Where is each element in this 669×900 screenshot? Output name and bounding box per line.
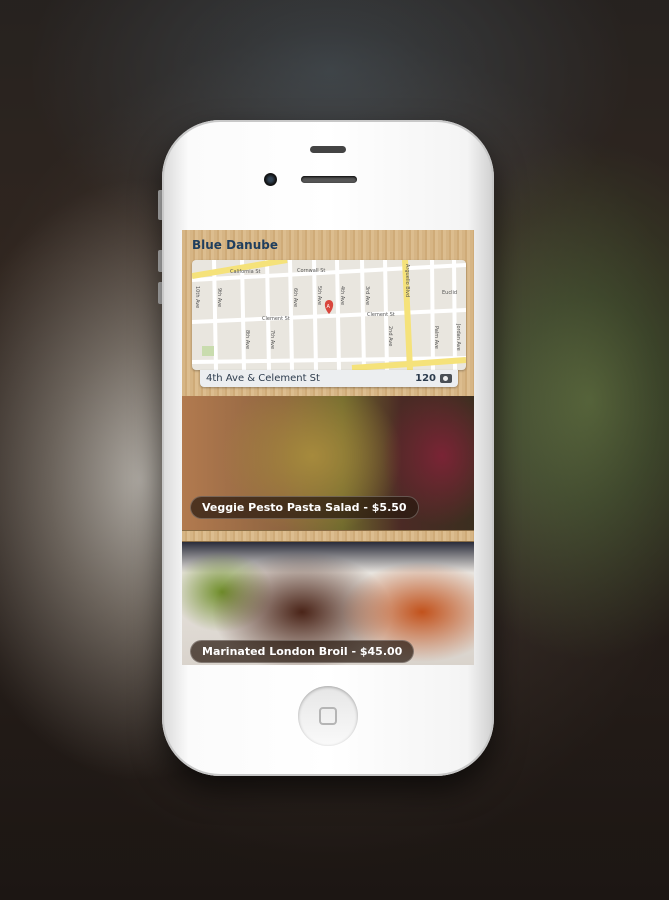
location-bar: 4th Ave & Celement St 120 xyxy=(200,370,458,387)
street-label: 8th Ave xyxy=(244,330,250,349)
dish-card[interactable]: Marinated London Broil - $45.00 xyxy=(182,542,474,665)
camera-icon xyxy=(440,374,452,383)
street-label: Clement St xyxy=(262,316,290,322)
map-pin-icon[interactable]: A xyxy=(324,300,334,314)
home-button[interactable] xyxy=(298,686,358,746)
street-label: 10th Ave xyxy=(194,286,200,308)
street-label: 2nd Ave xyxy=(387,326,393,346)
photo-count[interactable]: 120 xyxy=(415,373,452,384)
restaurant-title: Blue Danube xyxy=(192,238,278,252)
street-label: Cornwall St xyxy=(297,268,325,274)
street-label: 6th Ave xyxy=(292,288,298,307)
map-view[interactable]: California St Cornwall St Clement St Cle… xyxy=(192,260,466,370)
street-map: California St Cornwall St Clement St Cle… xyxy=(192,260,466,370)
street-label: Euclid xyxy=(442,290,457,296)
earpiece xyxy=(310,146,346,153)
street-label: Clement St xyxy=(367,312,395,318)
street-label: Palm Ave xyxy=(433,326,439,349)
street-label: 5th Ave xyxy=(316,286,322,305)
dish-card[interactable]: Veggie Pesto Pasta Salad - $5.50 xyxy=(182,396,474,530)
street-label: 4th Ave xyxy=(339,286,345,305)
street-label: Arguello Blvd xyxy=(404,264,410,297)
street-label: Jordan Ave xyxy=(455,323,461,351)
app-screen: Blue Danube California St Cornwall St Cl… xyxy=(182,230,474,665)
location-address: 4th Ave & Celement St xyxy=(206,373,320,384)
street-label: 3rd Ave xyxy=(364,286,370,305)
street-label: 7th Ave xyxy=(269,330,275,349)
front-camera xyxy=(264,173,277,186)
speaker xyxy=(301,176,357,183)
card-divider xyxy=(182,530,474,542)
street-label: 9th Ave xyxy=(216,288,222,307)
street-label: California St xyxy=(230,269,261,275)
dish-caption: Veggie Pesto Pasta Salad - $5.50 xyxy=(190,496,419,519)
svg-text:A: A xyxy=(327,304,331,310)
home-square-icon xyxy=(319,707,337,725)
dish-caption: Marinated London Broil - $45.00 xyxy=(190,640,415,663)
